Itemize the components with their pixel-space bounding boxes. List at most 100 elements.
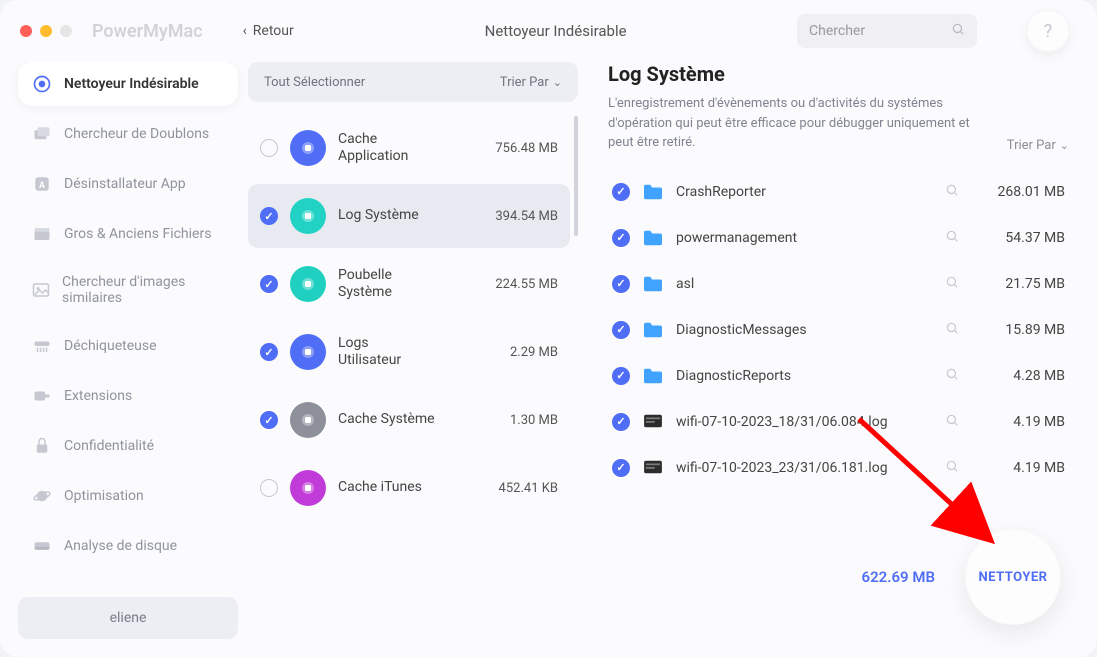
reveal-icon[interactable] [945,229,963,247]
sidebar-item-optimization[interactable]: Optimisation [18,474,238,518]
file-checkbox[interactable] [612,275,630,293]
close-window-dot[interactable] [20,25,32,37]
folder-icon [642,275,664,293]
file-size: 54.37 MB [975,230,1065,246]
category-icon [290,402,326,438]
chevron-down-icon: ⌄ [553,76,562,89]
minimize-window-dot[interactable] [40,25,52,37]
reveal-icon[interactable] [945,413,963,431]
category-row[interactable]: Log Système 394.54 MB [248,184,570,248]
search-icon [951,22,965,40]
category-size: 1.30 MB [510,413,558,428]
category-checkbox[interactable] [260,275,278,293]
sidebar: Nettoyeur Indésirable Chercheur de Doubl… [18,62,238,639]
sidebar-item-uninstaller[interactable]: A Désinstallateur App [18,162,238,206]
back-button[interactable]: ‹ Retour [243,23,294,39]
detail-description: L'enregistrement d'évènements ou d'activ… [608,94,987,153]
file-row[interactable]: asl 21.75 MB [608,263,1069,305]
file-row[interactable]: DiagnosticReports 4.28 MB [608,355,1069,397]
total-size: 622.69 MB [862,568,935,586]
reveal-icon[interactable] [945,459,963,477]
app-icon: A [32,174,52,194]
category-size: 394.54 MB [495,209,558,224]
category-icon [290,198,326,234]
sidebar-item-label: Optimisation [64,488,144,504]
category-row[interactable]: CacheApplication 756.48 MB [248,116,570,180]
folder-icon [642,229,664,247]
file-checkbox[interactable] [612,229,630,247]
category-checkbox[interactable] [260,411,278,429]
category-label: LogsUtilisateur [338,335,498,370]
sidebar-item-junk-cleaner[interactable]: Nettoyeur Indésirable [18,62,238,106]
file-name: wifi-07-10-2023_18/31/06.084.log [676,414,933,430]
file-checkbox[interactable] [612,367,630,385]
reveal-icon[interactable] [945,367,963,385]
category-row[interactable]: LogsUtilisateur 2.29 MB [248,320,570,384]
file-checkbox[interactable] [612,321,630,339]
help-button[interactable]: ? [1027,10,1069,52]
extension-icon [32,386,52,406]
sidebar-item-extensions[interactable]: Extensions [18,374,238,418]
category-checkbox[interactable] [260,139,278,157]
chevron-down-icon: ⌄ [1060,139,1069,152]
file-checkbox[interactable] [612,413,630,431]
file-row[interactable]: DiagnosticMessages 15.89 MB [608,309,1069,351]
category-icon [290,266,326,302]
sidebar-item-disk-analysis[interactable]: Analyse de disque [18,524,238,568]
file-size: 4.19 MB [975,414,1065,430]
reveal-icon[interactable] [945,275,963,293]
sidebar-item-large-old[interactable]: Gros & Anciens Fichiers [18,212,238,256]
category-size: 2.29 MB [510,345,558,360]
reveal-icon[interactable] [945,183,963,201]
sidebar-item-label: Nettoyeur Indésirable [64,76,199,92]
file-size: 268.01 MB [975,184,1065,200]
sidebar-item-label: Chercheur de Doublons [64,126,209,142]
search-placeholder: Chercher [809,23,865,39]
sidebar-item-duplicates[interactable]: Chercheur de Doublons [18,112,238,156]
category-row[interactable]: PoubelleSystème 224.55 MB [248,252,570,316]
search-input[interactable]: Chercher [797,14,977,48]
category-checkbox[interactable] [260,207,278,225]
file-checkbox[interactable] [612,183,630,201]
file-size: 4.19 MB [975,460,1065,476]
sidebar-item-label: Gros & Anciens Fichiers [64,226,211,242]
category-row[interactable]: Cache Système 1.30 MB [248,388,570,452]
file-checkbox[interactable] [612,459,630,477]
planet-icon [32,486,52,506]
file-row[interactable]: wifi-07-10-2023_18/31/06.084.log 4.19 MB [608,401,1069,443]
category-icon [290,334,326,370]
file-name: asl [676,276,933,292]
sort-by-button[interactable]: Trier Par ⌄ [500,75,562,90]
file-name: wifi-07-10-2023_23/31/06.181.log [676,460,933,476]
scrollbar[interactable] [574,116,578,236]
detail-sort-by-button[interactable]: Trier Par ⌄ [1007,138,1069,153]
clean-button[interactable]: NETTOYER [965,529,1061,625]
category-checkbox[interactable] [260,343,278,361]
page-title: Nettoyeur Indésirable [485,22,627,40]
sidebar-item-shredder[interactable]: Déchiqueteuse [18,324,238,368]
file-row[interactable]: wifi-07-10-2023_23/31/06.181.log 4.19 MB [608,447,1069,489]
user-chip[interactable]: eliene [18,597,238,639]
file-name: DiagnosticMessages [676,322,933,338]
reveal-icon[interactable] [945,321,963,339]
select-all-button[interactable]: Tout Sélectionner [264,75,365,90]
chevron-left-icon: ‹ [243,23,247,39]
sort-by-label: Trier Par [500,75,549,90]
sidebar-item-label: Désinstallateur App [64,176,186,192]
file-row[interactable]: powermanagement 54.37 MB [608,217,1069,259]
folders-icon [32,124,52,144]
category-row[interactable]: Cache iTunes 452.41 KB [248,456,570,520]
category-icon [290,470,326,506]
category-checkbox[interactable] [260,479,278,497]
file-size: 21.75 MB [975,276,1065,292]
file-row[interactable]: CrashReporter 268.01 MB [608,171,1069,213]
sidebar-item-label: Chercheur d'images similaires [62,274,224,306]
file-name: DiagnosticReports [676,368,933,384]
sidebar-item-privacy[interactable]: Confidentialité [18,424,238,468]
file-size: 4.28 MB [975,368,1065,384]
maximize-window-dot[interactable] [60,25,72,37]
disk-icon [32,536,52,556]
sidebar-item-similar-images[interactable]: Chercheur d'images similaires [18,262,238,318]
back-label: Retour [253,23,294,39]
window-traffic-lights[interactable] [20,25,72,37]
